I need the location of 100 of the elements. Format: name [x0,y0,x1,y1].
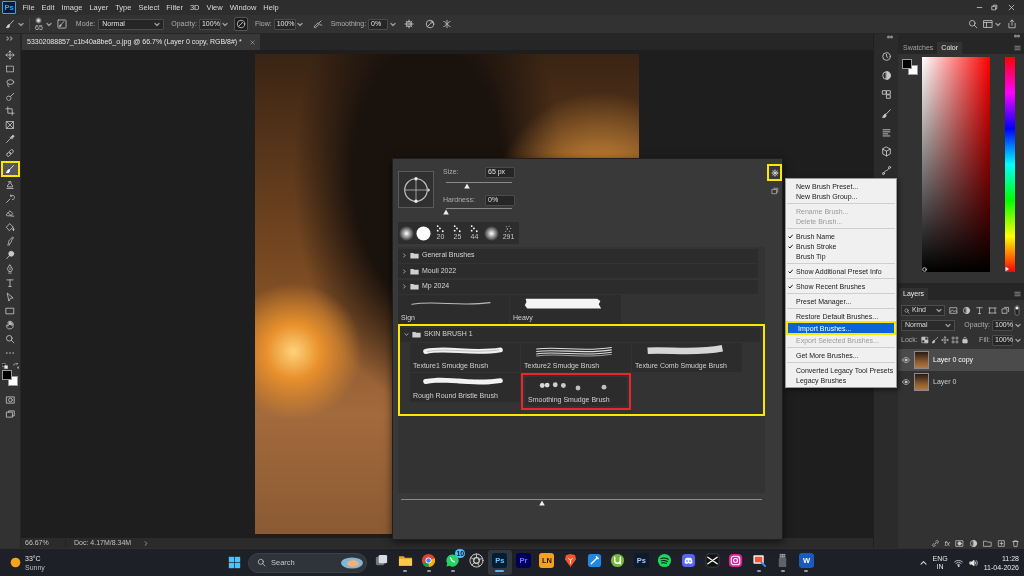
panel-menu-button[interactable] [1014,291,1021,297]
foreground-color-swatch[interactable] [902,59,912,69]
wifi-icon[interactable] [953,558,963,567]
libraries-button[interactable] [879,88,893,100]
eraser-icon [5,208,15,218]
slider-thumb-icon[interactable] [464,183,471,189]
collapse-icon[interactable] [6,36,14,41]
grid-squares-icon [880,88,892,100]
background-color-swatch[interactable] [908,65,918,75]
brush-settings-panel-button[interactable] [879,107,893,119]
paragraph-button[interactable] [879,126,893,138]
half-circle-button[interactable] [962,306,971,315]
lock-button[interactable] [960,336,969,344]
pressure-opacity-button[interactable] [233,17,248,31]
layer-thumbnail [914,373,929,391]
lasso-icon [5,78,15,88]
workspace-button[interactable] [983,17,1001,31]
swap-colors-button[interactable] [12,363,19,369]
link-icon [930,538,940,548]
trash-button[interactable] [1011,538,1020,548]
move-button[interactable] [940,336,949,344]
panel-menu-button[interactable] [1014,45,1021,51]
default-colors-button[interactable] [1,363,8,369]
caret-icon [945,322,951,328]
image-button[interactable] [949,306,958,315]
mask-button[interactable] [955,538,964,548]
collapse-icon[interactable] [886,35,894,39]
restore-icon [991,4,998,11]
color-field[interactable] [922,57,990,272]
opacity-dropdown-button[interactable] [1015,322,1021,328]
paths-button[interactable] [879,164,893,176]
smoothing-settings-button[interactable] [403,17,416,31]
fill-dropdown-button[interactable] [1015,337,1021,343]
slider-thumb-icon[interactable] [443,209,449,215]
caret-icon [45,21,52,27]
bandage-icon [5,148,15,158]
crop-marks-button[interactable] [950,336,959,344]
pressure-size-button[interactable] [424,17,437,31]
3d-button[interactable] [879,145,893,157]
hue-slider[interactable] [1005,57,1015,272]
speaker-icon[interactable] [968,558,978,567]
status-menu-button[interactable] [144,540,148,546]
dotted-brush-tip-icon [470,225,479,233]
folder-button[interactable] [983,538,992,548]
caret-icon [936,308,942,313]
caret-icon [297,21,304,27]
smart-object-button[interactable] [1001,306,1010,315]
background-color-swatch[interactable] [8,376,18,386]
cursor-arrow-icon [5,292,15,302]
quick-selection-icon [5,92,15,102]
stamp-icon [5,180,15,190]
history-button[interactable] [879,50,893,62]
eye-icon[interactable] [902,356,910,364]
checkerboard-button[interactable] [920,336,929,344]
hardness-slider[interactable] [443,208,515,215]
quick-mask-button[interactable] [4,395,16,405]
caret-icon [995,21,1001,27]
crop-tool[interactable] [2,105,18,117]
layer-thumbnail [914,351,929,369]
filter-toggle[interactable] [1014,305,1020,316]
hue-marker-icon[interactable] [1005,266,1010,272]
screen-mode-button[interactable] [4,409,16,419]
brush-button[interactable] [930,336,939,344]
foreground-color-swatch[interactable] [2,370,12,380]
adjustments-button[interactable] [879,69,893,81]
move-tool[interactable] [2,49,18,61]
collapse-icon[interactable] [1013,34,1021,38]
eye-icon[interactable] [902,378,910,386]
rectangle-icon [5,306,15,316]
overlapping-screens-icon [4,409,16,419]
show-hidden-icons-button[interactable] [919,560,927,565]
brush-settings-button[interactable] [55,17,68,31]
letter-t-icon [975,306,984,315]
lock-icon [960,336,969,344]
default-colors-icon [1,363,8,369]
window-layout-icon [983,19,993,29]
letter-t-button[interactable] [975,306,984,315]
sun-icon[interactable] [10,557,21,568]
camera-icon [728,553,744,568]
window-stack-icon [374,553,390,568]
half-circle-button[interactable] [969,538,978,548]
symmetry-button[interactable] [441,17,454,31]
brush-angle-preview[interactable] [398,171,434,208]
screen-snip-icon [751,553,767,568]
close-icon [1007,4,1015,11]
half-circle-icon [880,69,892,81]
plus-square-button[interactable] [997,538,1006,548]
size-slider[interactable] [443,182,515,189]
share-icon [1007,19,1017,29]
airbrush-icon [312,19,323,29]
share-button[interactable] [1006,17,1018,31]
tool-preset-picker[interactable] [5,17,24,31]
search-button[interactable] [967,17,979,31]
airbrush-button[interactable] [311,17,324,31]
transform-button[interactable] [988,306,997,315]
move-icon [940,336,949,344]
preview-size-slider[interactable] [398,499,765,506]
new-preset-button[interactable] [770,187,779,195]
link-button[interactable] [930,538,940,548]
mask-icon [955,538,964,548]
